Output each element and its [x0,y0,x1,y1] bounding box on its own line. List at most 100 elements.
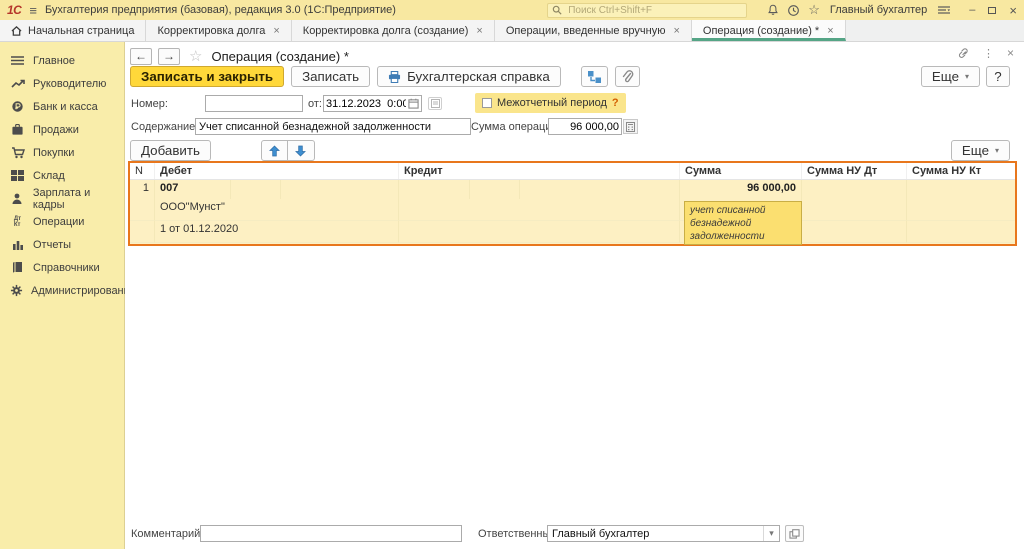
col-header-n[interactable]: N [130,163,155,179]
debit-subconto1-cell[interactable]: ООО"Мунст" [155,199,399,221]
credit-account-cell[interactable] [399,180,680,199]
form-more-button[interactable]: Еще ▾ [921,66,980,87]
table-row[interactable]: 1 007 96 000,00 [130,180,1015,199]
dropdown-arrow-icon[interactable]: ▾ [763,526,779,541]
tab-close-icon[interactable]: × [673,25,679,37]
move-up-button[interactable] [261,140,288,161]
main-menu-icon [10,54,25,68]
structure-of-subordination-button[interactable] [581,66,608,87]
sidebar-item-directories[interactable]: Справочники [0,256,124,279]
col-header-tax-dt[interactable]: Сумма НУ Дт [802,163,907,179]
amount-input[interactable] [549,121,621,133]
tab-debt-adjustment[interactable]: Корректировка долга × [146,20,291,41]
col-header-debit[interactable]: Дебет [155,163,399,179]
search-input[interactable] [566,4,742,17]
number-input[interactable] [205,95,303,112]
forward-button[interactable]: → [158,48,180,65]
responsible-field[interactable]: Главный бухгалтер ▾ [547,525,780,542]
tax-amount-dt-cell[interactable] [802,180,907,199]
sidebar-item-sales[interactable]: Продажи [0,118,124,141]
more-dots-icon[interactable]: ⋮ [983,47,994,60]
open-responsible-icon[interactable] [785,525,804,542]
comment-label: Комментарий: [131,528,203,540]
tab-close-icon[interactable]: × [273,25,279,37]
sidebar-item-purchases[interactable]: Покупки [0,141,124,164]
minimize-icon[interactable]: – [969,4,975,16]
sidebar-item-operations[interactable]: ДтКт Операции [0,210,124,233]
amount-field[interactable] [548,118,622,135]
add-row-button[interactable]: Добавить [130,140,211,161]
ledger-reference-button[interactable]: Бухгалтерская справка [377,66,561,87]
save-button[interactable]: Записать [291,66,370,87]
section-sidebar: Главное Руководителю Банк и касса Продаж… [0,42,125,549]
sidebar-item-reports[interactable]: Отчеты [0,233,124,256]
sidebar-item-label: Руководителю [33,78,106,90]
sidebar-item-label: Зарплата и кадры [33,187,124,211]
save-and-close-button[interactable]: Записать и закрыть [130,66,284,87]
help-button[interactable]: ? [986,66,1010,87]
table-subrow[interactable]: 1 от 01.12.2020 [130,221,1015,243]
back-button[interactable]: ← [130,48,152,65]
tax-amount-kt-cell[interactable] [907,180,1015,199]
content-input[interactable] [195,118,471,135]
sidebar-item-warehouse[interactable]: Склад [0,164,124,187]
maximize-icon[interactable] [988,7,996,14]
postings-table[interactable]: N Дебет Кредит Сумма Сумма НУ Дт Сумма Н… [128,161,1017,246]
date-field[interactable] [323,95,422,112]
favorite-star-icon[interactable]: ☆ [189,47,202,65]
operations-icon: ДтКт [10,215,25,229]
ledger-reference-label: Бухгалтерская справка [407,69,550,84]
comment-input[interactable] [200,525,462,542]
sidebar-item-salary-hr[interactable]: Зарплата и кадры [0,187,124,210]
service-menu-icon[interactable] [937,4,951,16]
interim-period-checkbox[interactable] [482,98,492,108]
current-user[interactable]: Главный бухгалтер [830,4,927,16]
sidebar-item-label: Операции [33,216,84,228]
tab-close-icon[interactable]: × [827,25,833,37]
main-menu-icon[interactable]: ≡ [29,4,37,17]
operation-note-cell[interactable]: учет списанной безнадежной задолженности [684,201,802,245]
credit-subconto1-cell[interactable] [399,199,680,221]
bank-cash-icon [10,100,25,114]
more-label: Еще [962,143,989,158]
sidebar-item-label: Справочники [33,262,100,274]
responsible-value: Главный бухгалтер [548,528,763,540]
interim-help-link[interactable]: ? [612,97,619,109]
date-input[interactable] [324,98,408,110]
interim-period-option[interactable]: Межотчетный период ? [475,93,626,113]
sidebar-item-administration[interactable]: Администрирование [0,279,124,302]
attachments-button[interactable] [615,66,640,87]
get-link-icon[interactable] [957,47,970,59]
chevron-down-icon: ▾ [995,146,999,155]
1c-logo: 1С [7,3,21,17]
history-icon[interactable] [787,4,800,17]
move-down-button[interactable] [288,140,315,161]
calculator-icon[interactable] [623,119,638,134]
global-search[interactable] [547,3,747,18]
table-subrow[interactable]: ООО"Мунст" [130,199,1015,221]
tab-debt-adjustment-new[interactable]: Корректировка долга (создание) × [292,20,495,41]
tab-close-icon[interactable]: × [476,25,482,37]
tab-manual-operations[interactable]: Операции, введенные вручную × [495,20,692,41]
printer-icon [388,71,401,83]
tab-operation-new[interactable]: Операция (создание) * × [692,20,846,41]
grid-more-button[interactable]: Еще ▾ [951,140,1010,161]
col-header-tax-kt[interactable]: Сумма НУ Кт [907,163,1015,179]
amount-cell[interactable]: 96 000,00 [680,180,802,199]
sidebar-item-manager[interactable]: Руководителю [0,72,124,95]
tab-home[interactable]: Начальная страница [0,20,146,41]
calendar-icon[interactable] [408,98,421,109]
open-list-icon[interactable] [428,97,442,110]
sidebar-item-main[interactable]: Главное [0,49,124,72]
sidebar-item-bank-cash[interactable]: Банк и касса [0,95,124,118]
debit-subconto2-cell[interactable]: 1 от 01.12.2020 [155,221,399,243]
grid-toolbar: Добавить [130,140,315,161]
notifications-bell-icon[interactable] [767,4,779,16]
close-window-icon[interactable]: × [1009,3,1017,18]
col-header-amount[interactable]: Сумма [680,163,802,179]
credit-subconto2-cell[interactable] [399,221,680,243]
col-header-credit[interactable]: Кредит [399,163,680,179]
favorites-star-icon[interactable]: ☆ [808,2,820,18]
debit-account-cell[interactable]: 007 [155,180,399,199]
close-form-icon[interactable]: × [1007,46,1014,60]
